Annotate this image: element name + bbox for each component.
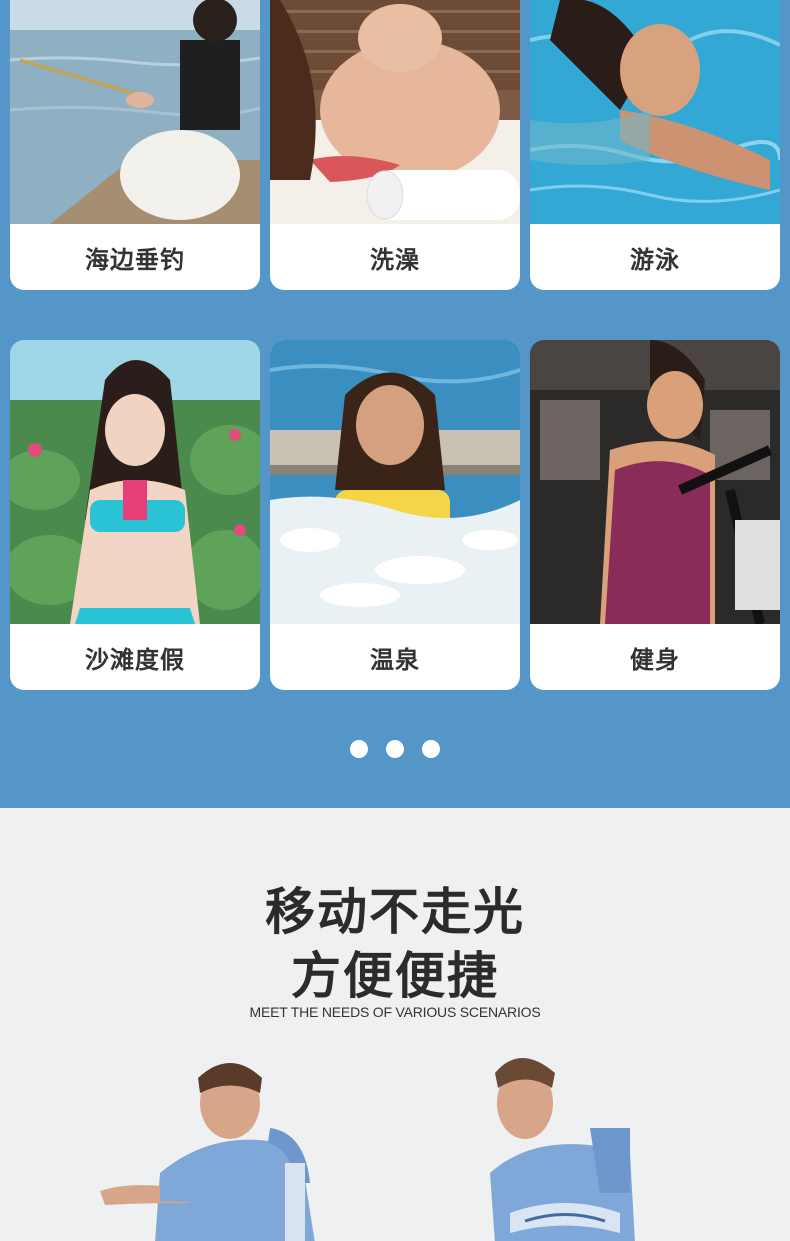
scene-card-swimming[interactable]: 游泳 <box>530 0 780 290</box>
carousel-pagination <box>0 740 790 758</box>
scene-label: 海边垂钓 <box>85 245 185 274</box>
scene-label: 健身 <box>630 645 680 674</box>
scene-photo-seaside-fishing <box>10 0 260 224</box>
promo-subtitle: MEET THE NEEDS OF VARIOUS SCENARIOS <box>249 1004 541 1020</box>
promo-section: 移动不走光 方便便捷 MEET THE NEEDS OF VARIOUS SCE… <box>0 808 790 1241</box>
scene-card-fitness[interactable]: 健身 <box>530 340 780 690</box>
scene-label: 沙滩度假 <box>85 645 185 674</box>
scene-card-seaside-fishing[interactable]: 海边垂钓 <box>10 0 260 290</box>
promo-title-line2: 方便便捷 <box>291 947 499 1005</box>
pagination-dot[interactable] <box>350 740 368 758</box>
pagination-dot[interactable] <box>422 740 440 758</box>
scene-card-hot-spring[interactable]: 温泉 <box>270 340 520 690</box>
scene-photo-swimming <box>530 0 780 224</box>
scene-card-bathing[interactable]: 洗澡 <box>270 0 520 290</box>
scene-photo-hot-spring <box>270 340 520 624</box>
model-photo-right <box>470 1043 650 1241</box>
scene-label: 游泳 <box>630 245 680 274</box>
scene-card-beach-holiday[interactable]: 沙滩度假 <box>10 340 260 690</box>
scene-photo-bathing <box>270 0 520 224</box>
scenario-section: 海边垂钓 洗澡 游泳 沙滩度假 温泉 健身 <box>0 0 790 808</box>
pagination-dot[interactable] <box>386 740 404 758</box>
scene-label: 温泉 <box>370 645 420 674</box>
scene-photo-fitness <box>530 340 780 624</box>
scene-photo-beach-holiday <box>10 340 260 624</box>
scene-label: 洗澡 <box>370 245 420 274</box>
promo-title-line1: 移动不走光 <box>265 883 525 941</box>
model-photo-left <box>100 1053 330 1241</box>
